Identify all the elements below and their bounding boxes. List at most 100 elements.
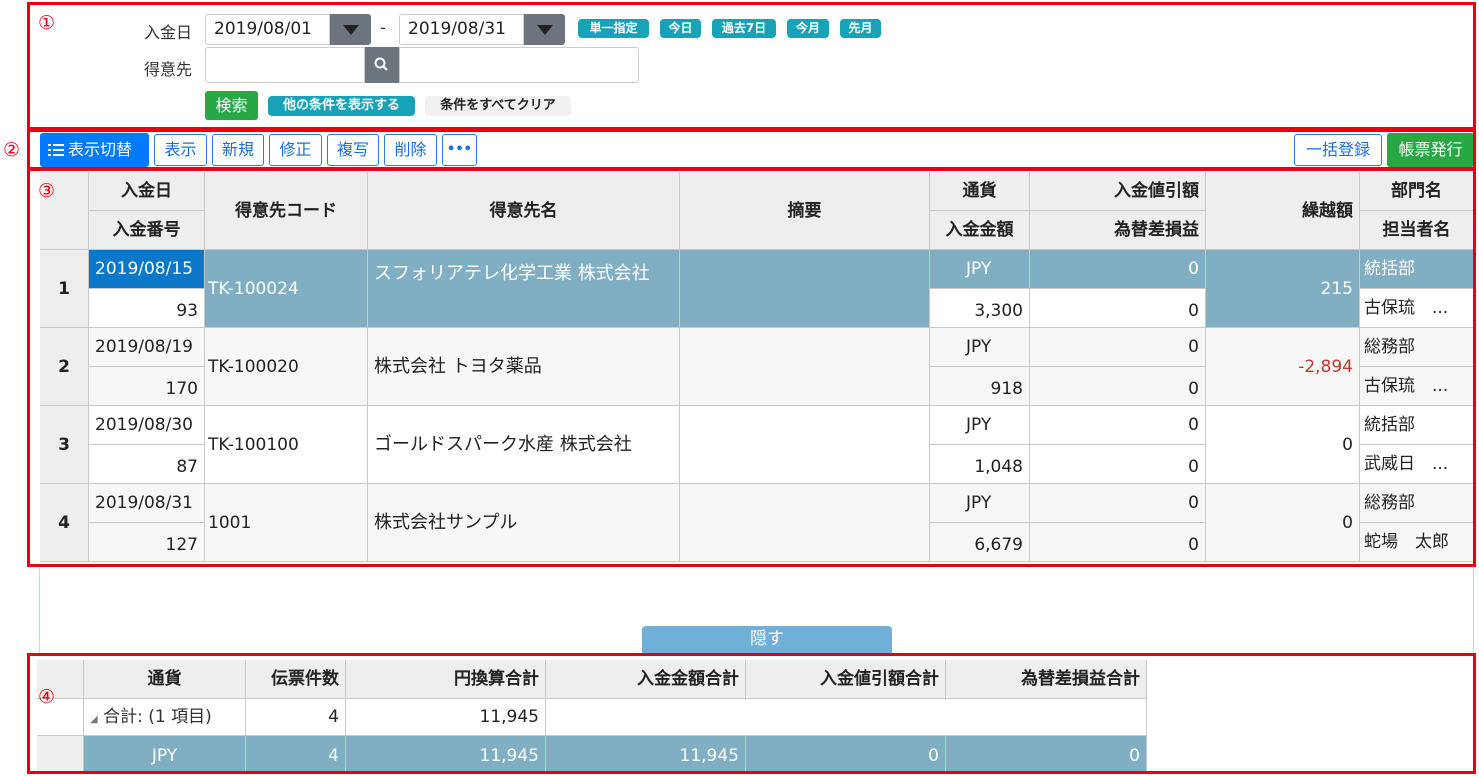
cell-customer-code[interactable]: TK-100024	[205, 250, 368, 328]
cell-dept[interactable]: 統括部	[1360, 250, 1474, 289]
header-customer-name[interactable]: 得意先名	[368, 172, 680, 250]
cell-carry[interactable]: 0	[1206, 406, 1360, 484]
summary-header-fx[interactable]: 為替差損益合計	[946, 660, 1147, 699]
cell-currency[interactable]: JPY	[930, 484, 1030, 523]
bulk-register-button[interactable]: 一括登録	[1294, 134, 1382, 166]
quick-last-month[interactable]: 先月	[840, 19, 881, 38]
new-button[interactable]: 新規	[212, 134, 264, 166]
cell-amount[interactable]: 3,300	[930, 289, 1030, 328]
summary-cell-fx[interactable]: 0	[946, 736, 1147, 772]
cell-customer-name[interactable]: ゴールドスパーク水産 株式会社	[368, 406, 680, 484]
collapse-triangle-icon[interactable]: ◢	[90, 714, 98, 725]
row-header[interactable]: 1	[40, 250, 89, 328]
header-amount[interactable]: 入金金額	[930, 211, 1030, 250]
cell-discount[interactable]: 0	[1030, 328, 1206, 367]
customer-search-button[interactable]	[365, 47, 399, 83]
date-to-dropdown-icon[interactable]	[524, 14, 565, 45]
cell-amount[interactable]: 918	[930, 367, 1030, 406]
cell-memo[interactable]	[680, 484, 930, 562]
cell-staff[interactable]: 蛇場 太郎	[1360, 523, 1474, 562]
header-number[interactable]: 入金番号	[89, 211, 205, 250]
cell-fx[interactable]: 0	[1030, 289, 1206, 328]
cell-customer-code[interactable]: 1001	[205, 484, 368, 562]
show-button[interactable]: 表示	[154, 134, 207, 166]
summary-row-header[interactable]	[37, 736, 84, 772]
cell-memo[interactable]	[680, 406, 930, 484]
cell-number[interactable]: 93	[89, 289, 205, 328]
header-customer-code[interactable]: 得意先コード	[205, 172, 368, 250]
cell-staff[interactable]: 武威日 ...	[1360, 445, 1474, 484]
clear-conditions-button[interactable]: 条件をすべてクリア	[425, 96, 571, 116]
summary-header-count[interactable]: 伝票件数	[246, 660, 346, 699]
summary-header-currency[interactable]: 通貨	[84, 660, 246, 699]
quick-today[interactable]: 今日	[660, 19, 701, 38]
cell-fx[interactable]: 0	[1030, 367, 1206, 406]
cell-discount[interactable]: 0	[1030, 250, 1206, 289]
cell-amount[interactable]: 1,048	[930, 445, 1030, 484]
header-currency[interactable]: 通貨	[930, 172, 1030, 211]
quick-this-month[interactable]: 今月	[787, 19, 829, 38]
header-date[interactable]: 入金日	[89, 172, 205, 211]
cell-currency[interactable]: JPY	[930, 328, 1030, 367]
date-from-dropdown-icon[interactable]	[330, 14, 371, 45]
header-staff[interactable]: 担当者名	[1360, 211, 1474, 250]
hide-summary-button[interactable]: 隠す	[642, 626, 892, 653]
summary-header-discount[interactable]: 入金値引額合計	[746, 660, 946, 699]
issue-form-button[interactable]: 帳票発行	[1387, 133, 1474, 167]
cell-customer-code[interactable]: TK-100020	[205, 328, 368, 406]
summary-group-label-cell[interactable]: ◢ 合計: (1 項目)	[84, 699, 246, 736]
cell-number[interactable]: 170	[89, 367, 205, 406]
cell-dept[interactable]: 総務部	[1360, 328, 1474, 367]
quick-single-date[interactable]: 単一指定	[578, 19, 649, 38]
header-memo[interactable]: 摘要	[680, 172, 930, 250]
cell-fx[interactable]: 0	[1030, 523, 1206, 562]
cell-amount[interactable]: 6,679	[930, 523, 1030, 562]
search-button[interactable]: 検索	[205, 91, 258, 120]
cell-staff[interactable]: 古保琉 ...	[1360, 367, 1474, 406]
summary-cell-discount[interactable]: 0	[746, 736, 946, 772]
cell-number[interactable]: 87	[89, 445, 205, 484]
quick-last-7-days[interactable]: 過去7日	[712, 19, 776, 38]
cell-currency[interactable]: JPY	[930, 250, 1030, 289]
delete-button[interactable]: 削除	[384, 134, 437, 166]
summary-header-amount[interactable]: 入金金額合計	[546, 660, 746, 699]
header-discount[interactable]: 入金値引額	[1030, 172, 1206, 211]
row-header[interactable]: 3	[40, 406, 89, 484]
edit-button[interactable]: 修正	[269, 134, 322, 166]
cell-carry[interactable]: -2,894	[1206, 328, 1360, 406]
cell-date[interactable]: 2019/08/19	[89, 328, 205, 367]
cell-date[interactable]: 2019/08/31	[89, 484, 205, 523]
cell-number[interactable]: 127	[89, 523, 205, 562]
header-carry[interactable]: 繰越額	[1206, 172, 1360, 250]
cell-memo[interactable]	[680, 328, 930, 406]
header-dept[interactable]: 部門名	[1360, 172, 1474, 211]
summary-header-yen[interactable]: 円換算合計	[346, 660, 546, 699]
cell-carry[interactable]: 215	[1206, 250, 1360, 328]
cell-customer-name[interactable]: 株式会社 トヨタ薬品	[368, 328, 680, 406]
cell-customer-name[interactable]: スフォリアテレ化学工業 株式会社	[368, 250, 680, 328]
cell-staff[interactable]: 古保琉 ...	[1360, 289, 1474, 328]
more-menu-button[interactable]: •••	[442, 134, 477, 166]
summary-cell-count[interactable]: 4	[246, 736, 346, 772]
cell-date[interactable]: 2019/08/15	[89, 250, 205, 289]
copy-button[interactable]: 複写	[327, 134, 379, 166]
row-header[interactable]: 4	[40, 484, 89, 562]
cell-customer-code[interactable]: TK-100100	[205, 406, 368, 484]
view-toggle-button[interactable]: 表示切替	[40, 133, 149, 167]
header-fx[interactable]: 為替差損益	[1030, 211, 1206, 250]
cell-currency[interactable]: JPY	[930, 406, 1030, 445]
cell-discount[interactable]: 0	[1030, 484, 1206, 523]
date-to-input[interactable]: 2019/08/31	[399, 14, 524, 45]
cell-fx[interactable]: 0	[1030, 445, 1206, 484]
summary-cell-amount[interactable]: 11,945	[546, 736, 746, 772]
more-conditions-button[interactable]: 他の条件を表示する	[268, 96, 415, 116]
summary-cell-yen[interactable]: 11,945	[346, 736, 546, 772]
cell-carry[interactable]: 0	[1206, 484, 1360, 562]
cell-discount[interactable]: 0	[1030, 406, 1206, 445]
summary-cell-currency[interactable]: JPY	[84, 736, 246, 772]
cell-date[interactable]: 2019/08/30	[89, 406, 205, 445]
date-from-input[interactable]: 2019/08/01	[205, 14, 330, 45]
cell-dept[interactable]: 統括部	[1360, 406, 1474, 445]
row-header[interactable]: 2	[40, 328, 89, 406]
cell-customer-name[interactable]: 株式会社サンプル	[368, 484, 680, 562]
